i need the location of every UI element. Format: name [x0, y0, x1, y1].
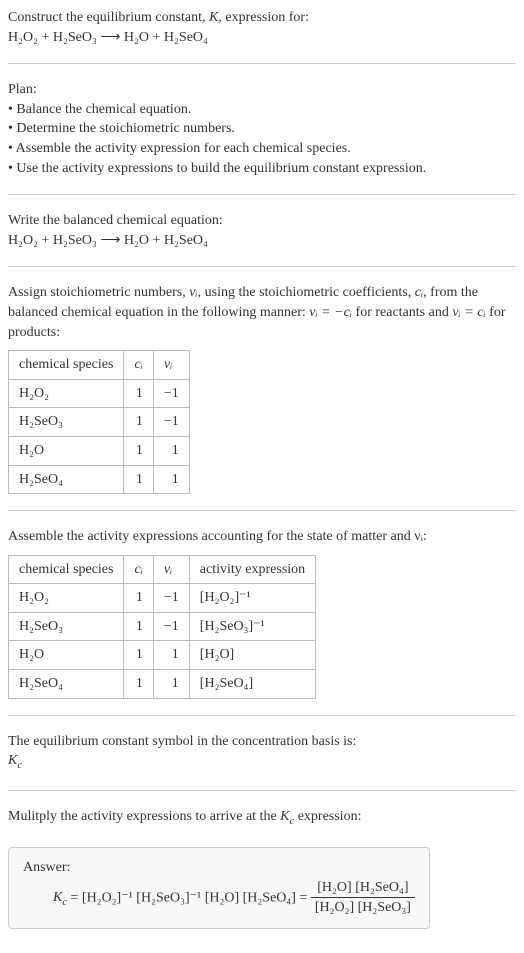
plan-item: • Assemble the activity expression for e…: [8, 139, 516, 159]
cell-species: H₂SeO₃: [9, 408, 124, 437]
divider: [8, 266, 516, 267]
cell-c: 1: [124, 641, 153, 670]
divider: [8, 63, 516, 64]
plan-item: • Use the activity expressions to build …: [8, 159, 516, 179]
intro-text-1b: , expression for:: [218, 10, 309, 25]
kc-answer: Kc: [53, 890, 67, 905]
answer-equation: Kc = [H₂O₂]⁻¹ [H₂SeO₃]⁻¹ [H₂O] [H₂SeO₄] …: [23, 878, 415, 918]
kc-symbol: Kc: [8, 751, 516, 773]
cell-species: H₂O: [9, 641, 124, 670]
answer-box: Answer: Kc = [H₂O₂]⁻¹ [H₂SeO₃]⁻¹ [H₂O] […: [8, 847, 430, 929]
table-row: H₂SeO₃ 1 −1 [H₂SeO₃]⁻¹: [9, 612, 316, 641]
cell-nu: 1: [153, 670, 189, 699]
cell-expr: [H₂SeO₄]: [189, 670, 315, 699]
cell-nu: −1: [153, 584, 189, 613]
cell-nu: −1: [153, 612, 189, 641]
cell-c: 1: [124, 436, 153, 465]
multiply-section: Mulitply the activity expressions to arr…: [8, 807, 516, 829]
stoich-table: chemical species cᵢ νᵢ H₂O₂ 1 −1 H₂SeO₃ …: [8, 350, 190, 494]
divider: [8, 790, 516, 791]
stoich-t4: for reactants and: [352, 305, 452, 320]
balanced-section: Write the balanced chemical equation: H₂…: [8, 211, 516, 250]
intro-section: Construct the equilibrium constant, K, e…: [8, 8, 516, 47]
cell-nu: 1: [153, 436, 189, 465]
col-species: chemical species: [9, 555, 124, 584]
cell-species: H₂SeO₄: [9, 465, 124, 494]
answer-lhs: = [H₂O₂]⁻¹ [H₂SeO₃]⁻¹ [H₂O] [H₂SeO₄] =: [67, 890, 311, 905]
intro-equation: H₂O₂ + H₂SeO₃ ⟶ H₂O + H₂SeO₄: [8, 30, 208, 45]
cell-c: 1: [124, 465, 153, 494]
plan-heading: Plan:: [8, 80, 516, 100]
table-row: H₂SeO₄ 1 1 [H₂SeO₄]: [9, 670, 316, 699]
table-row: H₂O₂ 1 −1 [H₂O₂]⁻¹: [9, 584, 316, 613]
table-row: H₂SeO₄ 1 1: [9, 465, 190, 494]
divider: [8, 715, 516, 716]
cell-expr: [H₂O₂]⁻¹: [189, 584, 315, 613]
col-c: cᵢ: [124, 351, 153, 380]
plan-item: • Determine the stoichiometric numbers.: [8, 119, 516, 139]
plan-section: Plan: • Balance the chemical equation. •…: [8, 80, 516, 178]
col-c: cᵢ: [124, 555, 153, 584]
cell-nu: 1: [153, 641, 189, 670]
rel2: νᵢ = cᵢ: [452, 305, 485, 320]
plan-item: • Balance the chemical equation.: [8, 100, 516, 120]
mult-text-a: Mulitply the activity expressions to arr…: [8, 809, 280, 824]
mult-text-b: expression:: [294, 809, 361, 824]
cell-nu: −1: [153, 408, 189, 437]
cell-nu: −1: [153, 379, 189, 408]
stoich-t2: , using the stoichiometric coefficients,: [198, 285, 415, 300]
kc-inline: Kc: [280, 809, 294, 824]
col-expr: activity expression: [189, 555, 315, 584]
balanced-equation: H₂O₂ + H₂SeO₃ ⟶ H₂O + H₂SeO₄: [8, 231, 516, 251]
stoich-text: Assign stoichiometric numbers, νᵢ, using…: [8, 283, 516, 342]
table-header-row: chemical species cᵢ νᵢ activity expressi…: [9, 555, 316, 584]
stoich-section: Assign stoichiometric numbers, νᵢ, using…: [8, 283, 516, 494]
intro-text-1: Construct the equilibrium constant,: [8, 10, 209, 25]
stoich-t1: Assign stoichiometric numbers,: [8, 285, 189, 300]
cell-c: 1: [124, 408, 153, 437]
col-species: chemical species: [9, 351, 124, 380]
c-i: cᵢ: [415, 285, 423, 300]
cell-c: 1: [124, 584, 153, 613]
table-row: H₂O 1 1 [H₂O]: [9, 641, 316, 670]
cell-c: 1: [124, 612, 153, 641]
activity-table: chemical species cᵢ νᵢ activity expressi…: [8, 555, 316, 699]
activity-section: Assemble the activity expressions accoun…: [8, 527, 516, 699]
activity-heading: Assemble the activity expressions accoun…: [8, 527, 516, 547]
symbol-text: The equilibrium constant symbol in the c…: [8, 732, 516, 752]
cell-species: H₂O₂: [9, 379, 124, 408]
cell-nu: 1: [153, 465, 189, 494]
table-row: H₂SeO₃ 1 −1: [9, 408, 190, 437]
divider: [8, 510, 516, 511]
table-row: H₂O₂ 1 −1: [9, 379, 190, 408]
cell-species: H₂SeO₃: [9, 612, 124, 641]
cell-species: H₂O₂: [9, 584, 124, 613]
rel1: νᵢ = −cᵢ: [309, 305, 352, 320]
table-row: H₂O 1 1: [9, 436, 190, 465]
symbol-section: The equilibrium constant symbol in the c…: [8, 732, 516, 774]
divider: [8, 194, 516, 195]
cell-expr: [H₂SeO₃]⁻¹: [189, 612, 315, 641]
answer-fraction: [H₂O] [H₂SeO₄][H₂O₂] [H₂SeO₃]: [311, 878, 415, 918]
cell-c: 1: [124, 379, 153, 408]
answer-label: Answer:: [23, 858, 415, 878]
cell-species: H₂SeO₄: [9, 670, 124, 699]
col-nu: νᵢ: [153, 555, 189, 584]
k-var: K: [209, 10, 218, 25]
cell-species: H₂O: [9, 436, 124, 465]
fraction-numerator: [H₂O] [H₂SeO₄]: [311, 878, 415, 899]
col-nu: νᵢ: [153, 351, 189, 380]
cell-expr: [H₂O]: [189, 641, 315, 670]
balanced-heading: Write the balanced chemical equation:: [8, 211, 516, 231]
nu-i: νᵢ: [189, 285, 197, 300]
fraction-denominator: [H₂O₂] [H₂SeO₃]: [311, 898, 415, 918]
table-header-row: chemical species cᵢ νᵢ: [9, 351, 190, 380]
cell-c: 1: [124, 670, 153, 699]
